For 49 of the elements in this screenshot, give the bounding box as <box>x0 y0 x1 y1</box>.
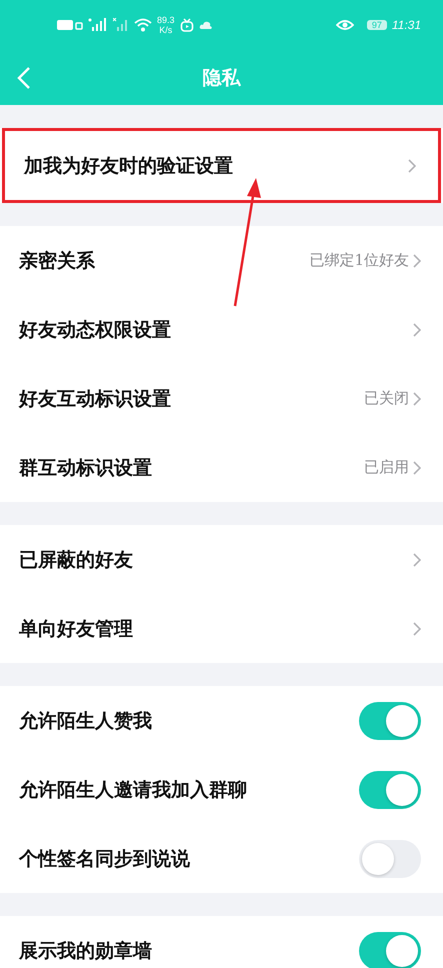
eye-icon <box>336 18 354 32</box>
toggle-switch[interactable] <box>359 840 421 878</box>
settings-row[interactable]: 好友互动标识设置 已关闭 <box>0 364 443 433</box>
chevron-icon <box>413 322 421 336</box>
page-title: 隐私 <box>202 66 240 90</box>
chevron-icon <box>413 552 421 566</box>
setting-label: 好友互动标识设置 <box>19 386 172 412</box>
setting-label: 加我为好友时的验证设置 <box>24 154 234 178</box>
chevron-icon <box>413 622 421 636</box>
back-icon[interactable] <box>17 66 31 90</box>
settings-row[interactable]: 亲密关系 已绑定1位好友 <box>0 226 443 295</box>
signal-icon <box>113 18 129 32</box>
status-time: 11:31 <box>392 18 421 32</box>
toggle-row[interactable]: 个性签名同步到说说 <box>0 824 443 893</box>
setting-label: 允许陌生人赞我 <box>19 708 153 734</box>
chevron-icon <box>413 392 421 406</box>
network-speed: 89.3 <box>157 15 175 25</box>
setting-value: 已关闭 <box>364 389 409 408</box>
setting-label: 群互动标识设置 <box>19 456 153 480</box>
settings-row[interactable]: 已屏蔽的好友 <box>0 525 443 594</box>
chevron-icon <box>413 460 421 474</box>
setting-label: 允许陌生人邀请我加入群聊 <box>19 778 248 802</box>
setting-label: 展示我的勋章墙 <box>19 938 153 964</box>
setting-value: 已启用 <box>364 458 409 477</box>
cloud-icon <box>198 20 213 30</box>
toggle-row[interactable]: 展示我的勋章墙 <box>0 916 443 968</box>
tv-icon <box>180 18 194 32</box>
toggle-switch[interactable] <box>359 770 421 808</box>
setting-label: 亲密关系 <box>19 248 96 274</box>
setting-label: 单向好友管理 <box>19 616 134 642</box>
settings-row[interactable]: 群互动标识设置 已启用 <box>0 433 443 502</box>
toggle-switch[interactable] <box>359 932 421 968</box>
battery-level: 97 <box>366 20 387 30</box>
hd-icon <box>57 19 83 31</box>
toggle-row[interactable]: 允许陌生人赞我 <box>0 686 443 755</box>
signal-icon <box>88 18 108 32</box>
settings-row[interactable]: 单向好友管理 <box>0 594 443 663</box>
speed-unit: K/s <box>159 25 172 35</box>
setting-label: 好友动态权限设置 <box>19 318 172 342</box>
setting-label: 已屏蔽的好友 <box>19 548 134 572</box>
wifi-icon <box>134 18 152 32</box>
setting-value: 已绑定1位好友 <box>309 251 409 270</box>
chevron-icon <box>413 254 421 268</box>
settings-row[interactable]: 好友动态权限设置 <box>0 295 443 364</box>
settings-row[interactable]: 加我为好友时的验证设置 <box>2 128 441 203</box>
chevron-icon <box>408 158 416 172</box>
setting-label: 个性签名同步到说说 <box>19 846 191 872</box>
toggle-switch[interactable] <box>359 702 421 740</box>
toggle-row[interactable]: 允许陌生人邀请我加入群聊 <box>0 755 443 824</box>
